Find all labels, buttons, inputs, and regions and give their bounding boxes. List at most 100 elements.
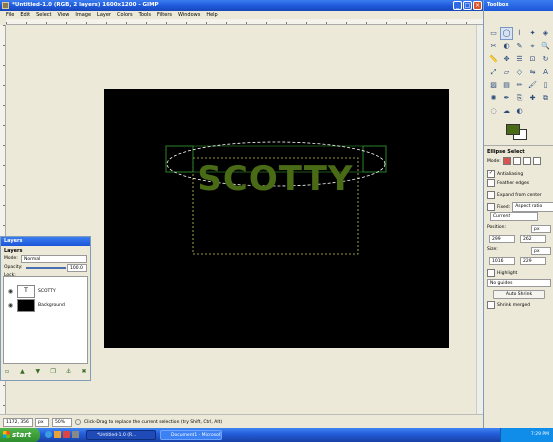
- pencil-tool-icon[interactable]: ✏: [513, 79, 526, 92]
- cancel-icon[interactable]: [75, 419, 81, 425]
- menu-file[interactable]: File: [3, 11, 17, 19]
- color-picker-tool-icon[interactable]: ⌖: [526, 40, 539, 53]
- taskbar-gimp[interactable]: *Untitled-1.0 (R...: [86, 430, 156, 440]
- clone-tool-icon[interactable]: ⎘: [513, 92, 526, 105]
- feather-checkbox[interactable]: [487, 179, 495, 187]
- size-width-input[interactable]: 1016: [489, 257, 515, 265]
- select-by-color-tool-icon[interactable]: ◈: [539, 27, 552, 40]
- feather-row[interactable]: Feather edges: [487, 179, 529, 187]
- perspective-tool-icon[interactable]: ◇: [513, 66, 526, 79]
- intersect-mode-icon[interactable]: [532, 157, 541, 165]
- current-field[interactable]: Current: [490, 212, 538, 221]
- layer-mode-select[interactable]: Normal: [21, 255, 87, 263]
- flip-tool-icon[interactable]: ⇋: [526, 66, 539, 79]
- foreground-select-tool-icon[interactable]: ◐: [500, 40, 513, 53]
- scale-tool-icon[interactable]: ⤢: [487, 66, 500, 79]
- close-button[interactable]: ×: [473, 1, 482, 10]
- size-unit-select[interactable]: px: [531, 247, 551, 255]
- eye-icon[interactable]: ◉: [7, 302, 14, 309]
- menu-select[interactable]: Select: [33, 11, 54, 19]
- ink-tool-icon[interactable]: ✒: [500, 92, 513, 105]
- ie-icon[interactable]: [45, 431, 52, 438]
- taskbar-word[interactable]: Document1 - Microsof...: [160, 430, 222, 440]
- menu-windows[interactable]: Windows: [175, 11, 203, 19]
- folder-icon[interactable]: [54, 431, 61, 438]
- subtract-mode-icon[interactable]: [522, 157, 531, 165]
- replace-mode-icon[interactable]: [502, 157, 511, 165]
- duplicate-layer-icon[interactable]: ❐: [49, 368, 57, 376]
- media-icon[interactable]: [72, 431, 79, 438]
- zoom-tool-icon[interactable]: 🔍: [539, 40, 552, 53]
- shear-tool-icon[interactable]: ▱: [500, 66, 513, 79]
- new-layer-icon[interactable]: ▫: [3, 368, 11, 376]
- blend-tool-icon[interactable]: ▤: [500, 79, 513, 92]
- lower-layer-icon[interactable]: ▼: [34, 368, 42, 376]
- add-mode-icon[interactable]: [512, 157, 521, 165]
- shrink-merged-row[interactable]: Shrink merged: [487, 301, 530, 309]
- menu-edit[interactable]: Edit: [17, 11, 33, 19]
- paintbrush-tool-icon[interactable]: 🖌: [526, 79, 539, 92]
- menu-filters[interactable]: Filters: [154, 11, 175, 19]
- free-select-tool-icon[interactable]: ⌇: [513, 27, 526, 40]
- layers-dock-title[interactable]: Layers: [1, 237, 90, 246]
- expand-row[interactable]: Expand from center: [487, 191, 542, 199]
- ellipse-select-tool-icon[interactable]: ◯: [500, 27, 513, 40]
- guides-select[interactable]: No guides: [487, 279, 551, 287]
- image-canvas[interactable]: SCOTTY: [104, 89, 449, 348]
- antialiasing-checkbox[interactable]: ✓: [487, 170, 495, 178]
- size-height-input[interactable]: 229: [520, 257, 546, 265]
- fixed-select[interactable]: Aspect ratio: [512, 202, 553, 212]
- rect-select-tool-icon[interactable]: ▭: [487, 27, 500, 40]
- position-x-input[interactable]: 299: [489, 235, 515, 243]
- perspective-clone-tool-icon[interactable]: ⧉: [539, 92, 552, 105]
- foreground-color-swatch[interactable]: [506, 124, 520, 135]
- convolve-tool-icon[interactable]: ◌: [487, 105, 500, 118]
- airbrush-tool-icon[interactable]: ✺: [487, 92, 500, 105]
- menu-view[interactable]: View: [55, 11, 73, 19]
- heal-tool-icon[interactable]: ✚: [526, 92, 539, 105]
- align-tool-icon[interactable]: ☰: [513, 53, 526, 66]
- bucket-fill-tool-icon[interactable]: ▨: [487, 79, 500, 92]
- layer-row-background[interactable]: ◉ Background: [7, 299, 90, 312]
- position-y-input[interactable]: 262: [520, 235, 546, 243]
- move-tool-icon[interactable]: ✥: [500, 53, 513, 66]
- rotate-tool-icon[interactable]: ↻: [539, 53, 552, 66]
- menu-tools[interactable]: Tools: [136, 11, 154, 19]
- smudge-tool-icon[interactable]: ☁: [500, 105, 513, 118]
- anchor-layer-icon[interactable]: ⚓: [65, 368, 73, 376]
- delete-layer-icon[interactable]: ✖: [80, 368, 88, 376]
- menu-colors[interactable]: Colors: [114, 11, 136, 19]
- expand-checkbox[interactable]: [487, 191, 495, 199]
- layer-row-scotty[interactable]: ◉ T SCOTTY: [7, 285, 90, 298]
- raise-layer-icon[interactable]: ▲: [18, 368, 26, 376]
- shrink-merged-checkbox[interactable]: [487, 301, 495, 309]
- unit-select[interactable]: px: [35, 418, 49, 427]
- scissors-tool-icon[interactable]: ✂: [487, 40, 500, 53]
- measure-tool-icon[interactable]: 📏: [487, 53, 500, 66]
- menu-layer[interactable]: Layer: [94, 11, 114, 19]
- text-tool-icon[interactable]: A: [539, 66, 552, 79]
- opacity-value[interactable]: 100.0: [67, 264, 87, 272]
- paths-tool-icon[interactable]: ✎: [513, 40, 526, 53]
- window-title-bar[interactable]: *Untitled-1.0 (RGB, 2 layers) 1600x1200 …: [0, 0, 483, 11]
- crop-tool-icon[interactable]: ⊡: [526, 53, 539, 66]
- highlight-checkbox[interactable]: [487, 269, 495, 277]
- fuzzy-select-tool-icon[interactable]: ✦: [526, 27, 539, 40]
- auto-shrink-button[interactable]: Auto Shrink: [493, 290, 545, 299]
- menu-image[interactable]: Image: [72, 11, 94, 19]
- dodge-burn-tool-icon[interactable]: ◐: [513, 105, 526, 118]
- fixed-checkbox[interactable]: [487, 203, 495, 211]
- vertical-scrollbar[interactable]: [476, 25, 483, 414]
- eraser-tool-icon[interactable]: ▯: [539, 79, 552, 92]
- antialiasing-row[interactable]: ✓ Antialiasing: [487, 170, 523, 178]
- position-unit-select[interactable]: px: [531, 225, 551, 233]
- maximize-button[interactable]: □: [463, 1, 472, 10]
- app-icon[interactable]: [63, 431, 70, 438]
- eye-icon[interactable]: ◉: [7, 288, 14, 295]
- minimize-button[interactable]: _: [453, 1, 462, 10]
- opacity-slider[interactable]: [26, 267, 66, 269]
- zoom-select[interactable]: 50%: [52, 418, 72, 427]
- highlight-row[interactable]: Highlight: [487, 269, 517, 277]
- toolbox-title[interactable]: Toolbox: [484, 0, 553, 11]
- menu-help[interactable]: Help: [203, 11, 220, 19]
